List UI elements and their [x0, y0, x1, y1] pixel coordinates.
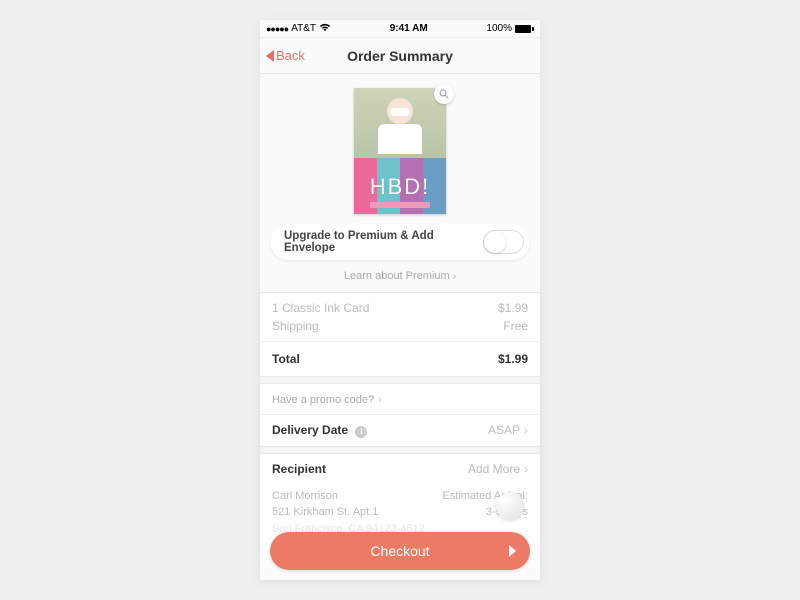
status-bar: ●●●●● AT&T 9:41 AM 100%	[260, 20, 540, 38]
page-title: Order Summary	[347, 48, 453, 64]
premium-toggle[interactable]	[483, 230, 524, 254]
battery-pct-label: 100%	[486, 23, 512, 34]
checkout-label: Checkout	[370, 543, 429, 559]
chevron-right-icon	[509, 545, 516, 557]
phone-frame: ●●●●● AT&T 9:41 AM 100% Back Order Summa…	[260, 20, 540, 580]
card-preview[interactable]: HBD!	[260, 74, 540, 224]
zoom-icon[interactable]	[434, 84, 454, 104]
learn-premium-link[interactable]: Learn about Premium ›	[260, 270, 540, 292]
chevron-right-icon: ›	[524, 423, 528, 437]
card-text: HBD!	[354, 174, 446, 200]
order-total-row: Total$1.99	[260, 341, 540, 376]
recipient-addr1: 521 Kirkham St. Apt 1	[272, 504, 425, 521]
checkout-button[interactable]: Checkout	[270, 532, 530, 570]
back-label: Back	[276, 48, 305, 63]
chevron-right-icon: ›	[453, 271, 456, 282]
promo-delivery-section: Have a promo code?› Delivery Date i ASAP…	[260, 383, 540, 447]
battery-icon	[515, 25, 534, 33]
wifi-icon	[319, 23, 331, 35]
line-item-1: 1 Classic Ink Card$1.99	[260, 293, 540, 317]
signal-dots-icon: ●●●●●	[266, 24, 288, 34]
clock-label: 9:41 AM	[390, 23, 428, 34]
back-button[interactable]: Back	[266, 38, 305, 73]
card-thumbnail[interactable]: HBD!	[354, 88, 446, 214]
chevron-right-icon: ›	[378, 392, 382, 406]
nav-bar: Back Order Summary	[260, 38, 540, 74]
info-icon[interactable]: i	[355, 426, 367, 438]
premium-label: Upgrade to Premium & Add Envelope	[284, 230, 483, 254]
recipient-name: Carl Morrison	[272, 488, 425, 505]
carrier-label: AT&T	[291, 23, 316, 34]
checkout-bar: Checkout	[260, 522, 540, 580]
line-item-shipping: ShippingFree	[260, 317, 540, 341]
order-lines-section: 1 Classic Ink Card$1.99 ShippingFree Tot…	[260, 292, 540, 377]
delivery-date-row[interactable]: Delivery Date i ASAP›	[260, 415, 540, 446]
chevron-left-icon	[266, 50, 274, 62]
premium-upgrade-row[interactable]: Upgrade to Premium & Add Envelope	[270, 224, 530, 260]
recipient-header-row: Recipient Add More›	[260, 454, 540, 484]
add-recipient-button[interactable]: Add More›	[468, 462, 528, 476]
chevron-right-icon: ›	[524, 462, 528, 476]
promo-code-link[interactable]: Have a promo code?›	[260, 384, 540, 415]
scroll-area[interactable]: HBD! Upgrade to Premium & Add Envelope L…	[260, 74, 540, 580]
floating-handle[interactable]	[496, 492, 524, 520]
